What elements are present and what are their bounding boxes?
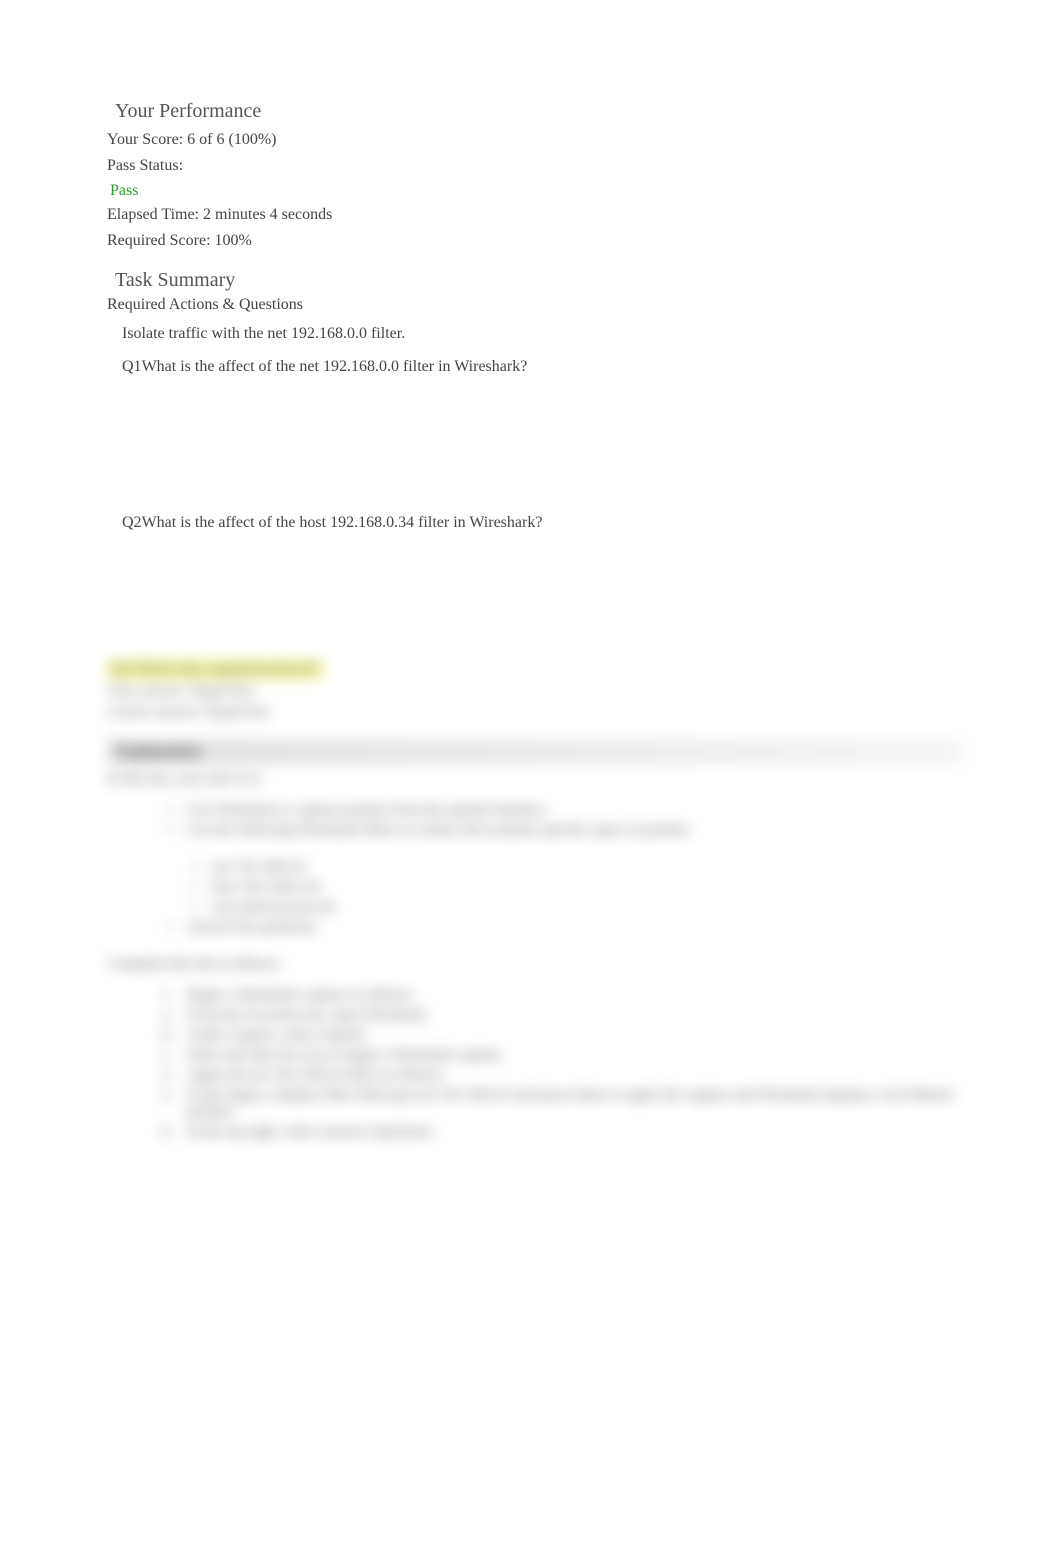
q2-label: Q2: [122, 514, 142, 531]
task-item: Use the following Wireshark filters to i…: [157, 822, 962, 839]
task-summary-title: Task Summary: [115, 269, 962, 292]
task-list: Use Wireshark to capture packets from th…: [157, 802, 962, 839]
substep-item: In the Apply a display filter field type…: [157, 1087, 962, 1121]
explanation-header: Explanation: [107, 739, 962, 765]
task-item: Use Wireshark to capture packets from th…: [157, 802, 962, 819]
steps-list: Begin a Wireshark capture as follows:: [157, 987, 962, 1004]
complete-lab-title: Complete this lab as follows:: [107, 956, 962, 973]
substep-item: In the top right, select Answer Question…: [157, 1124, 962, 1141]
required-actions-label: Required Actions & Questions: [107, 296, 962, 314]
task-subitem: host 192.168.0.34: [182, 879, 962, 896]
q3-highlight: Q3 Which only captured protocol?: [107, 660, 323, 679]
q1-label: Q1: [122, 358, 142, 375]
elapsed-time: Elapsed Time: 2 minutes 4 seconds: [107, 204, 962, 226]
correct-answer: Correct answer: HyperText: [107, 704, 962, 721]
task-list: Answer the questions.: [157, 919, 962, 936]
blurred-content: Q3 Which only captured protocol? Your an…: [107, 660, 962, 1141]
pass-status-label: Pass Status:: [107, 155, 962, 177]
substep-item: Under Capture, select enp2s0.: [157, 1027, 962, 1044]
task-subitem: tcp (which protocol): [182, 899, 962, 916]
q2-text: What is the affect of the host 192.168.0…: [142, 514, 543, 531]
substep-item: From the Favorites bar, open Wireshark.: [157, 1007, 962, 1024]
task-subitem: net 192.168.0.0: [182, 859, 962, 876]
substeps-list: From the Favorites bar, open Wireshark. …: [157, 1007, 962, 1064]
q1-text: What is the affect of the net 192.168.0.…: [142, 358, 528, 375]
explanation-intro: In this lab, your task is to:: [107, 771, 962, 788]
substeps-list: In the Apply a display filter field type…: [157, 1087, 962, 1141]
your-answer: Your answer: HyperText: [107, 683, 962, 700]
task-item: Answer the questions.: [157, 919, 962, 936]
spacer: [107, 384, 962, 514]
step-item: Begin a Wireshark capture as follows:: [157, 987, 962, 1004]
question-1: Q1What is the affect of the net 192.168.…: [122, 358, 962, 376]
steps-list: Apply the net 192.168.0.0 filter as foll…: [157, 1067, 962, 1084]
performance-title: Your Performance: [115, 100, 962, 123]
action-item-1: Isolate traffic with the net 192.168.0.0…: [122, 322, 962, 346]
step-item: Apply the net 192.168.0.0 filter as foll…: [157, 1067, 962, 1084]
substep-item: Select the blue fin icon to begin a Wire…: [157, 1047, 962, 1064]
question-2: Q2What is the affect of the host 192.168…: [122, 514, 962, 532]
required-score: Required Score: 100%: [107, 230, 962, 252]
task-summary-section: Task Summary Required Actions & Question…: [107, 269, 962, 650]
pass-status-value: Pass: [110, 182, 962, 200]
performance-section: Your Performance Your Score: 6 of 6 (100…: [107, 100, 962, 253]
score-line: Your Score: 6 of 6 (100%): [107, 129, 962, 151]
task-sublist: net 192.168.0.0 host 192.168.0.34 tcp (w…: [182, 859, 962, 916]
spacer: [107, 540, 962, 650]
